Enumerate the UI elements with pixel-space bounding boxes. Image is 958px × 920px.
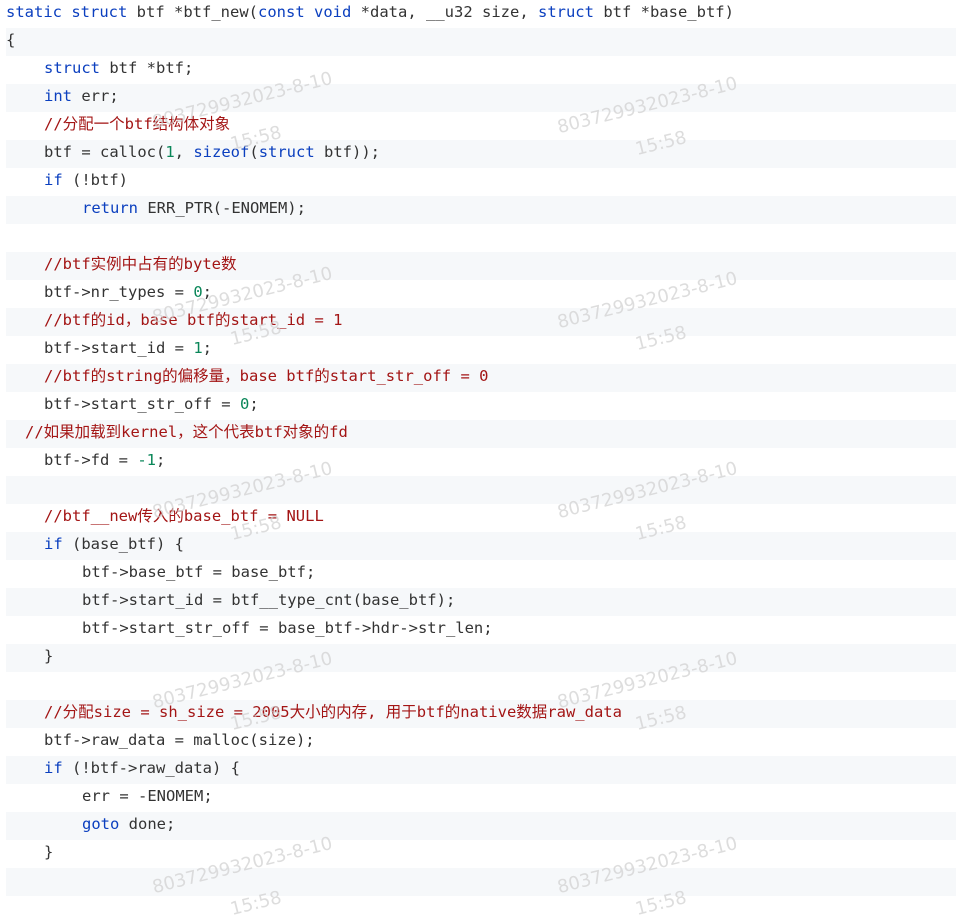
code-line: btf->start_str_off = 0; xyxy=(6,392,956,420)
code-token: (!btf->raw_data) { xyxy=(62,759,240,777)
code-token: ; xyxy=(249,395,259,413)
code-token: 1 xyxy=(165,143,175,161)
code-token: goto xyxy=(82,815,120,833)
code-token: ; xyxy=(202,339,212,357)
code-line xyxy=(6,476,956,504)
code-line: btf->nr_types = 0; xyxy=(6,280,956,308)
code-line: int err; xyxy=(6,84,956,112)
code-line: return ERR_PTR(-ENOMEM); xyxy=(6,196,956,224)
code-line: } xyxy=(6,644,956,672)
code-token: struct xyxy=(537,3,594,21)
code-token: return xyxy=(82,199,138,217)
code-line: //btf__new传入的base_btf = NULL xyxy=(6,504,956,532)
code-token: if xyxy=(44,759,63,777)
code-token: err; xyxy=(72,87,119,105)
code-token: btf->start_str_off = xyxy=(44,395,240,413)
code-line: } xyxy=(6,840,956,868)
code-token: //btf实例中占有的byte数 xyxy=(44,255,237,273)
code-token: btf *base_btf) xyxy=(593,3,734,21)
code-token: btf->start_str_off = base_btf->hdr->str_… xyxy=(82,619,493,637)
code-token: (!btf) xyxy=(62,171,128,189)
code-line: btf->start_id = 1; xyxy=(6,336,956,364)
code-token: //btf的string的偏移量，base btf的start_str_off … xyxy=(44,367,489,385)
code-token: btf->fd = xyxy=(44,451,138,469)
code-token: if xyxy=(44,171,63,189)
code-line: //btf的id，base btf的start_id = 1 xyxy=(6,308,956,336)
code-line: btf = calloc(1, sizeof(struct btf)); xyxy=(6,140,956,168)
code-token: done; xyxy=(119,815,176,833)
code-token: //分配一个btf结构体对象 xyxy=(44,115,231,133)
code-token: struct xyxy=(44,59,100,77)
code-token: btf *btf_new( xyxy=(127,3,258,21)
code-token: //btf__new传入的base_btf = NULL xyxy=(44,507,324,525)
code-token: btf)); xyxy=(314,143,381,161)
code-token: btf->start_id = btf__type_cnt(base_btf); xyxy=(82,591,456,609)
code-line: btf->fd = -1; xyxy=(6,448,956,476)
code-token: struct xyxy=(258,143,315,161)
code-line: //btf实例中占有的byte数 xyxy=(6,252,956,280)
code-line: btf->start_str_off = base_btf->hdr->str_… xyxy=(6,616,956,644)
code-line: //分配size = sh_size = 2005大小的内存, 用于btf的na… xyxy=(6,700,956,728)
code-token: (base_btf) { xyxy=(62,535,184,553)
code-token: //btf的id，base btf的start_id = 1 xyxy=(44,311,343,329)
code-line: btf->start_id = btf__type_cnt(base_btf); xyxy=(6,588,956,616)
code-token: ; xyxy=(202,283,212,301)
code-token: const xyxy=(258,3,305,21)
code-token: ; xyxy=(156,451,166,469)
code-line: struct btf *btf; xyxy=(6,56,956,84)
code-token: ERR_PTR(-ENOMEM); xyxy=(138,199,306,217)
code-token: struct xyxy=(71,3,128,21)
code-token: btf->raw_data = malloc(size); xyxy=(44,731,315,749)
code-line: static struct btf *btf_new(const void *d… xyxy=(6,0,956,28)
code-token: } xyxy=(44,647,54,665)
code-token: 0 xyxy=(239,395,250,413)
code-token: static xyxy=(6,3,62,21)
code-token: -1 xyxy=(137,451,156,469)
code-line: btf->raw_data = malloc(size); xyxy=(6,728,956,756)
code-token: err = -ENOMEM; xyxy=(82,787,213,805)
code-token: btf = calloc( xyxy=(44,143,166,161)
code-token: btf->nr_types = xyxy=(44,283,194,301)
code-line xyxy=(6,868,956,896)
code-line: if (!btf) xyxy=(6,168,956,196)
code-token: ( xyxy=(249,143,259,161)
code-token: if xyxy=(44,535,63,553)
code-token: int xyxy=(44,87,72,105)
code-token: 0 xyxy=(193,283,203,301)
code-token: btf *btf; xyxy=(100,59,194,77)
code-token: //分配size = sh_size = 2005大小的内存, 用于btf的na… xyxy=(44,703,622,721)
code-token: *data, __u32 size, xyxy=(351,3,538,21)
code-token: { xyxy=(6,31,16,49)
code-token: void xyxy=(314,3,352,21)
code-token: btf->base_btf = base_btf; xyxy=(82,563,316,581)
code-token: , xyxy=(174,143,194,161)
code-line: //分配一个btf结构体对象 xyxy=(6,112,956,140)
code-token: sizeof xyxy=(193,143,250,161)
code-line: //btf的string的偏移量，base btf的start_str_off … xyxy=(6,364,956,392)
code-token: btf->start_id = xyxy=(44,339,194,357)
code-line: err = -ENOMEM; xyxy=(6,784,956,812)
code-line: if (base_btf) { xyxy=(6,532,956,560)
code-line: { xyxy=(6,28,956,56)
code-token: } xyxy=(44,843,54,861)
code-line: goto done; xyxy=(6,812,956,840)
code-line: //如果加载到kernel，这个代表btf对象的fd xyxy=(6,420,956,448)
code-token: //如果加载到kernel，这个代表btf对象的fd xyxy=(25,423,348,441)
code-token: 1 xyxy=(193,339,203,357)
code-line: if (!btf->raw_data) { xyxy=(6,756,956,784)
code-line: btf->base_btf = base_btf; xyxy=(6,560,956,588)
